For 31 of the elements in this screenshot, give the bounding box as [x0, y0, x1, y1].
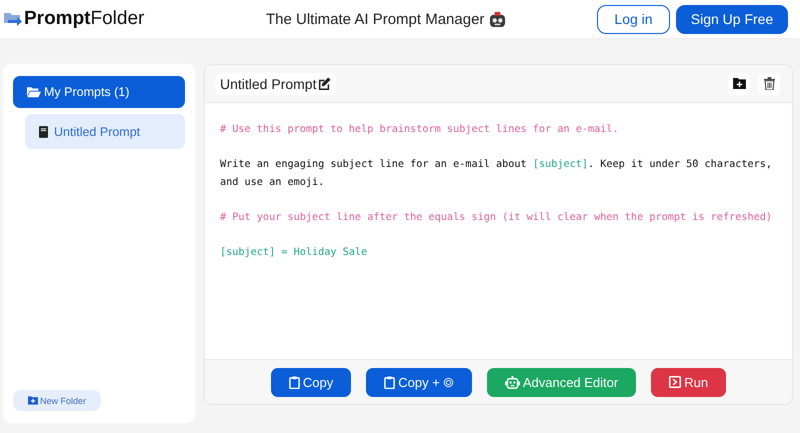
- prompt-line: # Put your subject line after the equals sign (it will clear when the prompt is refreshed): [220, 211, 774, 225]
- prompt-title[interactable]: Untitled Prompt: [215, 72, 336, 94]
- folder-item[interactable]: My Prompts (1): [13, 76, 185, 108]
- trash-icon: [764, 77, 774, 90]
- open-folder-icon: [27, 86, 41, 98]
- clipboard-icon: [288, 376, 300, 388]
- clipboard-icon: [384, 376, 396, 388]
- copy-button[interactable]: Copy: [270, 368, 352, 396]
- login-button[interactable]: Log in: [597, 4, 670, 34]
- tagline: The Ultimate AI Prompt Manager: [266, 10, 484, 28]
- signup-button[interactable]: Sign Up Free: [676, 4, 788, 34]
- delete-button[interactable]: [758, 72, 780, 94]
- copy-plus-button[interactable]: Copy +: [366, 368, 472, 396]
- logo-text: PromptFolder: [24, 8, 144, 30]
- terminal-icon: [669, 376, 682, 388]
- book-icon: [39, 126, 48, 138]
- prompt-line: Write an engaging subject line for an e-mail about [subject]. Keep it under 50 characters, and use an emoji.: [220, 158, 774, 190]
- prompt-line: [subject] = Holiday Sale: [220, 246, 368, 260]
- folder-arrow-icon: [4, 11, 22, 27]
- swirl-icon: [442, 376, 454, 388]
- prompt-item[interactable]: Untitled Prompt: [25, 114, 185, 149]
- add-folder-button[interactable]: [728, 72, 750, 94]
- robot-face-icon: [489, 10, 506, 28]
- robot-icon: [504, 376, 520, 388]
- folder-plus-icon: [28, 396, 38, 405]
- prompt-line: # Use this prompt to help brainstorm subject lines for an e-mail.: [220, 123, 620, 137]
- edit-icon: [318, 77, 332, 90]
- advanced-editor-button[interactable]: Advanced Editor: [486, 368, 636, 396]
- run-button[interactable]: Run: [651, 368, 726, 396]
- folder-plus-icon: [732, 78, 746, 89]
- new-folder-button[interactable]: New Folder: [13, 390, 102, 411]
